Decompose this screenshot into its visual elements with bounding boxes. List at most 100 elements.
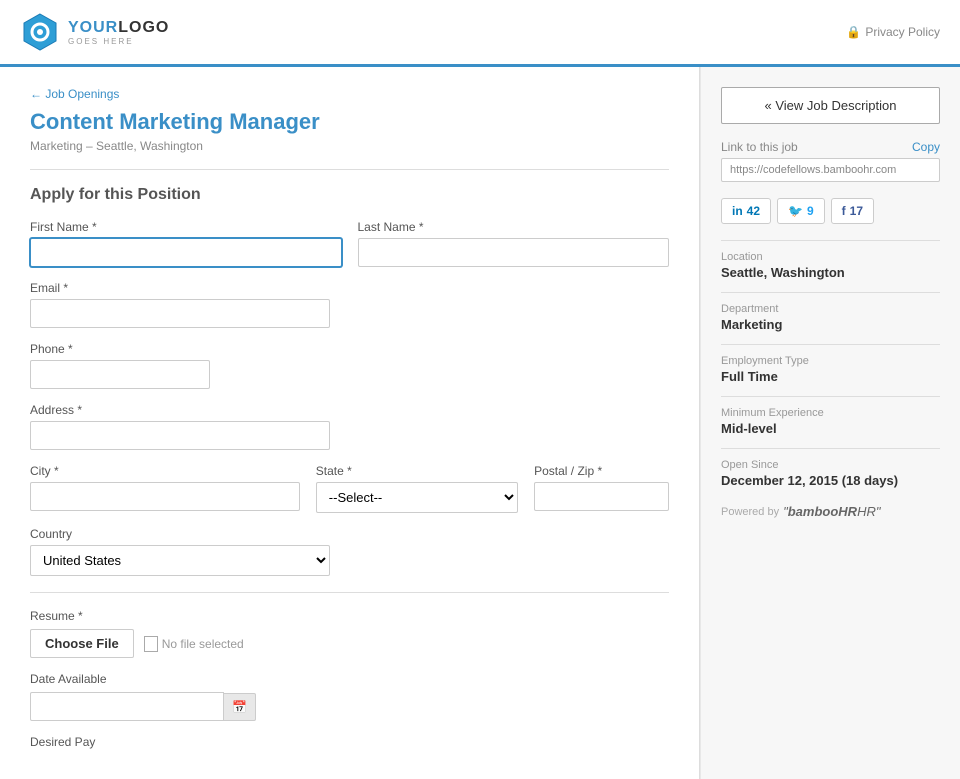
min-experience-label: Minimum Experience (721, 407, 940, 419)
resume-label: Resume * (30, 609, 669, 623)
min-experience-item: Minimum Experience Mid-level (721, 407, 940, 436)
logo-icon (20, 12, 60, 52)
address-label: Address * (30, 403, 669, 417)
content-area: Job Openings Content Marketing Manager M… (0, 67, 960, 779)
divider-1 (30, 169, 669, 170)
link-label-row: Link to this job Copy (721, 140, 940, 154)
state-label: State * (316, 464, 518, 478)
file-upload-container: Choose File No file selected (30, 629, 669, 658)
department-label: Department (721, 303, 940, 315)
email-input[interactable] (30, 299, 330, 328)
state-select[interactable]: --Select-- (316, 482, 518, 513)
email-label: Email * (30, 281, 669, 295)
sidebar-divider-3 (721, 344, 940, 345)
sidebar-divider-2 (721, 292, 940, 293)
phone-row: Phone * (30, 342, 669, 389)
facebook-count: 17 (850, 204, 863, 218)
location-item: Location Seattle, Washington (721, 251, 940, 280)
last-name-label: Last Name * (358, 220, 670, 234)
desired-pay-label: Desired Pay (30, 735, 669, 749)
divider-2 (30, 592, 669, 593)
bamboohr-brand: "bambooHRHR" (783, 504, 880, 519)
date-available-input[interactable] (30, 692, 224, 721)
view-job-button[interactable]: « View Job Description (721, 87, 940, 124)
sidebar-divider-1 (721, 240, 940, 241)
phone-label: Phone * (30, 342, 669, 356)
open-since-label: Open Since (721, 459, 940, 471)
open-since-item: Open Since December 12, 2015 (18 days) (721, 459, 940, 488)
department-item: Department Marketing (721, 303, 940, 332)
name-row: First Name * Last Name * (30, 220, 669, 267)
sidebar: « View Job Description Link to this job … (700, 67, 960, 779)
resume-row: Resume * Choose File No file selected (30, 609, 669, 658)
twitter-count: 9 (807, 204, 814, 218)
breadcrumb-link[interactable]: Job Openings (45, 87, 119, 101)
date-available-row: Date Available 📅 (30, 672, 669, 721)
city-label: City * (30, 464, 300, 478)
logo-sub: GOES HERE (68, 37, 169, 47)
city-state-zip-row: City * State * --Select-- Postal / Zip * (30, 464, 669, 513)
department-value: Marketing (721, 317, 940, 332)
last-name-input[interactable] (358, 238, 670, 267)
city-group: City * (30, 464, 300, 513)
site-header: YOURLOGO GOES HERE 🔒 Privacy Policy (0, 0, 960, 67)
facebook-share-button[interactable]: f 17 (831, 198, 874, 224)
calendar-icon: 📅 (232, 700, 247, 714)
link-section: Link to this job Copy (721, 140, 940, 182)
form-section-title: Apply for this Position (30, 186, 669, 204)
date-available-label: Date Available (30, 672, 669, 686)
last-name-group: Last Name * (358, 220, 670, 267)
phone-group: Phone * (30, 342, 669, 389)
zip-input[interactable] (534, 482, 669, 511)
lock-icon: 🔒 (846, 25, 861, 39)
address-input[interactable] (30, 421, 330, 450)
logo: YOURLOGO GOES HERE (20, 12, 169, 52)
logo-text: YOURLOGO GOES HERE (68, 18, 169, 47)
first-name-label: First Name * (30, 220, 342, 234)
logo-logo: LOGO (118, 19, 169, 36)
address-row: Address * (30, 403, 669, 450)
job-subtitle: Marketing – Seattle, Washington (30, 139, 669, 153)
sidebar-divider-5 (721, 448, 940, 449)
location-label: Location (721, 251, 940, 263)
phone-input[interactable] (30, 360, 210, 389)
location-value: Seattle, Washington (721, 265, 940, 280)
linkedin-icon: in (732, 204, 743, 218)
linkedin-count: 42 (747, 204, 760, 218)
breadcrumb[interactable]: Job Openings (30, 87, 669, 101)
email-row: Email * (30, 281, 669, 328)
link-to-job-label: Link to this job (721, 140, 798, 154)
postal-label: Postal / Zip * (534, 464, 669, 478)
employment-type-label: Employment Type (721, 355, 940, 367)
address-group: Address * (30, 403, 669, 450)
country-label: Country (30, 527, 669, 541)
calendar-button[interactable]: 📅 (224, 693, 256, 721)
choose-file-button[interactable]: Choose File (30, 629, 134, 658)
country-select[interactable]: United States (30, 545, 330, 576)
copy-link-button[interactable]: Copy (912, 140, 940, 154)
twitter-share-button[interactable]: 🐦 9 (777, 198, 825, 224)
powered-by: Powered by "bambooHRHR" (721, 504, 940, 519)
open-since-value: December 12, 2015 (18 days) (721, 473, 940, 488)
country-group: Country United States (30, 527, 669, 576)
no-file-text: No file selected (144, 636, 244, 652)
city-input[interactable] (30, 482, 300, 511)
first-name-input[interactable] (30, 238, 342, 267)
date-input-container: 📅 (30, 692, 180, 721)
twitter-icon: 🐦 (788, 204, 803, 218)
country-row: Country United States (30, 527, 669, 576)
job-link-input[interactable] (721, 158, 940, 182)
privacy-policy-link[interactable]: 🔒 Privacy Policy (846, 25, 940, 39)
social-row: in 42 🐦 9 f 17 (721, 198, 940, 224)
job-title: Content Marketing Manager (30, 109, 669, 135)
employment-type-item: Employment Type Full Time (721, 355, 940, 384)
zip-group: Postal / Zip * (534, 464, 669, 513)
state-group: State * --Select-- (316, 464, 518, 513)
min-experience-value: Mid-level (721, 421, 940, 436)
linkedin-share-button[interactable]: in 42 (721, 198, 771, 224)
facebook-icon: f (842, 204, 846, 218)
powered-by-label: Powered by (721, 506, 779, 518)
email-group: Email * (30, 281, 669, 328)
no-file-label: No file selected (162, 637, 244, 651)
file-icon (144, 636, 158, 652)
